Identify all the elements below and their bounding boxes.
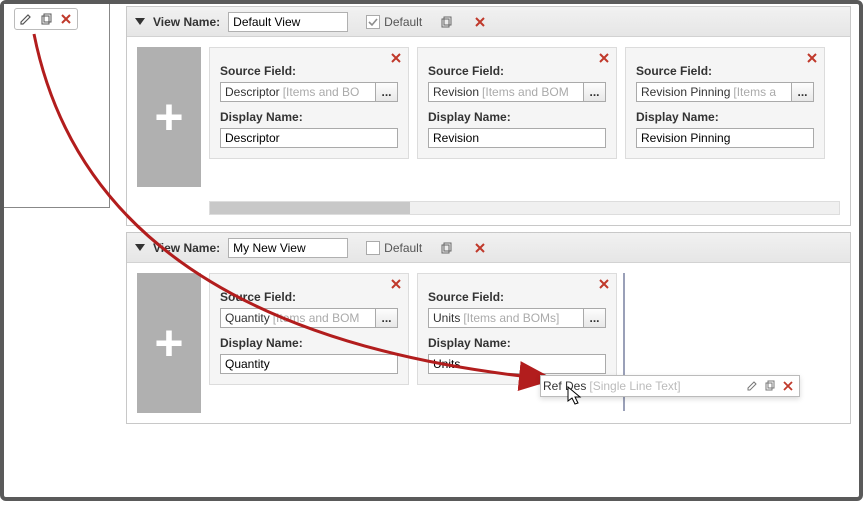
- edit-icon[interactable]: [16, 10, 36, 28]
- default-checkbox[interactable]: Default: [366, 15, 422, 29]
- view-header: View Name: Default: [127, 7, 850, 37]
- source-field-label: Source Field:: [428, 290, 606, 304]
- plus-icon: +: [154, 92, 183, 142]
- delete-view-icon[interactable]: [470, 13, 490, 31]
- delete-view-icon[interactable]: [470, 239, 490, 257]
- display-name-label: Display Name:: [428, 110, 606, 124]
- source-picker-button[interactable]: ...: [376, 308, 398, 328]
- plus-icon: +: [154, 318, 183, 368]
- copy-view-icon[interactable]: [436, 239, 456, 257]
- view-header: View Name: Default: [127, 233, 850, 263]
- sidebar-toolbar: [14, 8, 78, 30]
- source-picker-button[interactable]: ...: [376, 82, 398, 102]
- field-card: Source Field: Revision Pinning [Items a …: [625, 47, 825, 159]
- display-name-input[interactable]: [220, 128, 398, 148]
- source-picker-button[interactable]: ...: [584, 308, 606, 328]
- default-checkbox-label: Default: [384, 15, 422, 29]
- default-checkbox-label: Default: [384, 241, 422, 255]
- source-field-input[interactable]: Quantity [Items and BOM: [220, 308, 376, 328]
- view-name-input[interactable]: [228, 12, 348, 32]
- edit-icon[interactable]: [743, 380, 761, 392]
- mouse-cursor-icon: [567, 386, 585, 408]
- add-card-button[interactable]: +: [137, 47, 201, 187]
- remove-card-icon[interactable]: [598, 52, 610, 64]
- display-name-input[interactable]: [220, 354, 398, 374]
- display-name-label: Display Name:: [220, 336, 398, 350]
- display-name-input[interactable]: [428, 128, 606, 148]
- remove-card-icon[interactable]: [598, 278, 610, 290]
- source-field-input[interactable]: Revision [Items and BOM: [428, 82, 584, 102]
- source-field-label: Source Field:: [220, 64, 398, 78]
- source-picker-button[interactable]: ...: [792, 82, 814, 102]
- source-picker-button[interactable]: ...: [584, 82, 606, 102]
- dragged-field-hint: [Single Line Text]: [589, 379, 743, 393]
- field-card: Source Field: Descriptor [Items and BO .…: [209, 47, 409, 159]
- source-field-label: Source Field:: [428, 64, 606, 78]
- source-field-input[interactable]: Units [Items and BOMs]: [428, 308, 584, 328]
- add-card-button[interactable]: +: [137, 273, 201, 413]
- source-field-input[interactable]: Revision Pinning [Items a: [636, 82, 792, 102]
- view-panel: View Name: Default + Source Field:: [126, 6, 851, 226]
- field-card: Source Field: Units [Items and BOMs] ...…: [417, 273, 617, 385]
- disclosure-triangle-icon[interactable]: [135, 244, 145, 251]
- display-name-label: Display Name:: [428, 336, 606, 350]
- display-name-input[interactable]: [428, 354, 606, 374]
- copy-icon[interactable]: [36, 10, 56, 28]
- copy-view-icon[interactable]: [436, 13, 456, 31]
- copy-icon[interactable]: [761, 380, 779, 392]
- remove-card-icon[interactable]: [390, 278, 402, 290]
- delete-icon[interactable]: [56, 10, 76, 28]
- disclosure-triangle-icon[interactable]: [135, 18, 145, 25]
- field-card: Source Field: Revision [Items and BOM ..…: [417, 47, 617, 159]
- view-name-label: View Name:: [153, 15, 220, 29]
- source-field-label: Source Field:: [636, 64, 814, 78]
- remove-card-icon[interactable]: [806, 52, 818, 64]
- source-field-label: Source Field:: [220, 290, 398, 304]
- display-name-label: Display Name:: [636, 110, 814, 124]
- view-name-label: View Name:: [153, 241, 220, 255]
- view-name-input[interactable]: [228, 238, 348, 258]
- display-name-input[interactable]: [636, 128, 814, 148]
- field-card: Source Field: Quantity [Items and BOM ..…: [209, 273, 409, 385]
- remove-card-icon[interactable]: [390, 52, 402, 64]
- display-name-label: Display Name:: [220, 110, 398, 124]
- source-field-input[interactable]: Descriptor [Items and BO: [220, 82, 376, 102]
- horizontal-scrollbar[interactable]: [209, 201, 840, 215]
- default-checkbox[interactable]: Default: [366, 241, 422, 255]
- sidebar-panel: [4, 4, 110, 208]
- delete-icon[interactable]: [779, 381, 797, 391]
